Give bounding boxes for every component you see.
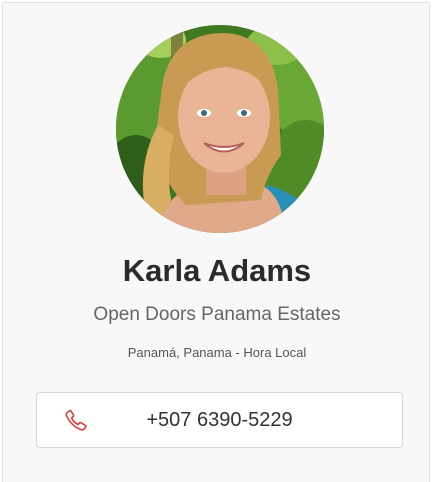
avatar <box>116 25 324 233</box>
agent-name: Karla Adams <box>122 253 312 288</box>
agent-photo <box>116 25 324 233</box>
call-phone-button[interactable]: +507 6390-5229 <box>36 392 403 448</box>
agent-card: Karla Adams Open Doors Panama Estates Pa… <box>2 2 430 482</box>
phone-number: +507 6390-5229 <box>146 409 293 431</box>
agent-location: Panamá, Panama - Hora Local <box>127 345 307 360</box>
agent-company[interactable]: Open Doors Panama Estates <box>3 303 431 327</box>
